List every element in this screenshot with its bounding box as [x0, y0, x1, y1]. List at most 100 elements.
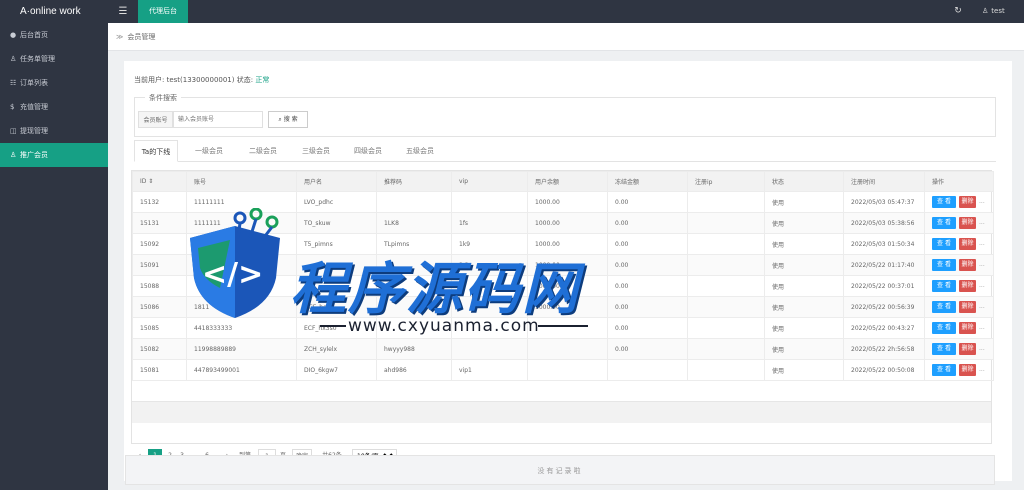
table-cell: [451, 338, 528, 360]
view-button[interactable]: 查 看: [932, 280, 956, 292]
delete-button[interactable]: 删除: [959, 259, 976, 271]
search-button[interactable]: ⌕ 搜 索: [268, 111, 308, 128]
delete-button[interactable]: 删除: [959, 280, 976, 292]
table-cell: T5_pimns: [296, 233, 377, 255]
tab-level-5[interactable]: 五级会员: [395, 140, 445, 162]
delete-button[interactable]: 删除: [959, 343, 976, 355]
sidebar-item-members[interactable]: ♙ 推广会员: [0, 143, 108, 167]
more-icon[interactable]: ...: [979, 261, 985, 268]
table-cell: 0.00: [607, 338, 688, 360]
user-icon: ♙: [982, 7, 989, 15]
hamburger-icon[interactable]: ☰: [116, 0, 130, 23]
view-button[interactable]: 查 看: [932, 238, 956, 250]
delete-button[interactable]: 删除: [959, 238, 976, 250]
view-button[interactable]: 查 看: [932, 217, 956, 229]
more-icon[interactable]: ...: [979, 219, 985, 226]
more-icon[interactable]: ...: [979, 198, 985, 205]
table-cell: 1LK8: [376, 212, 452, 234]
sidebar-item-withdraw[interactable]: ◫ 提现管理: [0, 119, 108, 143]
tab-level-2[interactable]: 二级会员: [238, 140, 288, 162]
breadcrumb-bar: ≫ 会员管理: [108, 23, 1024, 51]
tab-level-3[interactable]: 三级会员: [291, 140, 341, 162]
table-actions-cell: 查 看删除...: [924, 254, 994, 276]
table-cell: 15131: [132, 212, 187, 234]
refresh-icon[interactable]: ↻: [952, 0, 964, 23]
table-cell: 使用: [764, 296, 844, 318]
table-actions-cell: 查 看删除...: [924, 317, 994, 339]
table-cell: 11111111: [186, 191, 297, 213]
table-cell: [687, 317, 765, 339]
table-cell: 使用: [764, 359, 844, 381]
table-cell: 1811: [186, 296, 297, 318]
delete-button[interactable]: 删除: [959, 364, 976, 376]
table-cell: 11998889889: [186, 338, 297, 360]
table-cell: 1000.00: [527, 254, 608, 276]
more-icon[interactable]: ...: [979, 240, 985, 247]
more-icon[interactable]: ...: [979, 282, 985, 289]
table-cell: 1000.00: [527, 296, 608, 318]
table-cell: [687, 338, 765, 360]
table-cell: [296, 254, 377, 276]
col-reg-time: 注册时间: [843, 171, 925, 192]
more-icon[interactable]: ...: [979, 324, 985, 331]
sidebar-item-tasks[interactable]: ♙ 任务单管理: [0, 47, 108, 71]
table-cell: [451, 191, 528, 213]
sidebar-item-orders[interactable]: ☷ 订单列表: [0, 71, 108, 95]
search-input[interactable]: [173, 111, 263, 128]
table-cell: ahd986: [376, 359, 452, 381]
user-menu[interactable]: ♙ test: [982, 0, 1005, 23]
sidebar-item-home[interactable]: ● 后台首页: [0, 23, 108, 47]
view-button[interactable]: 查 看: [932, 322, 956, 334]
tab-agent-backend[interactable]: 代理后台: [138, 0, 188, 23]
delete-button[interactable]: 删除: [959, 217, 976, 229]
col-id[interactable]: ID ⇕: [132, 171, 187, 192]
table-actions-cell: 查 看删除...: [924, 359, 994, 381]
wallet-icon: ◫: [10, 127, 17, 135]
tab-downline[interactable]: Ta的下线: [134, 140, 178, 162]
view-button[interactable]: 查 看: [932, 343, 956, 355]
table-cell: 15091: [132, 254, 187, 276]
view-button[interactable]: 查 看: [932, 259, 956, 271]
table-cell: TLpimns: [376, 233, 452, 255]
more-icon[interactable]: ...: [979, 345, 985, 352]
table-cell: 2022/05/03 05:47:37: [843, 191, 925, 213]
table-cell: 447893499001: [186, 359, 297, 381]
table-cell: [687, 359, 765, 381]
table-cell: 2022/05/22 00:37:01: [843, 275, 925, 297]
view-button[interactable]: 查 看: [932, 196, 956, 208]
delete-button[interactable]: 删除: [959, 322, 976, 334]
col-balance: 用户余额: [527, 171, 608, 192]
table-cell: [376, 254, 452, 276]
table-cell: vip1: [451, 359, 528, 381]
more-icon[interactable]: ...: [979, 303, 985, 310]
tab-level-1[interactable]: 一级会员: [184, 140, 234, 162]
table-actions-cell: 查 看删除...: [924, 296, 994, 318]
table-cell: [451, 275, 528, 297]
table-cell: 0.00: [607, 233, 688, 255]
table-cell: [687, 233, 765, 255]
table-cell: [607, 359, 688, 381]
view-button[interactable]: 查 看: [932, 301, 956, 313]
more-icon[interactable]: ...: [979, 366, 985, 373]
col-actions: 操作: [924, 171, 994, 192]
table-cell: [687, 275, 765, 297]
table-row: 15082 11998889889 ZCH_sylelx hwyyy988 0.00 使用…: [132, 338, 994, 360]
delete-button[interactable]: 删除: [959, 196, 976, 208]
table-cell: 15085: [132, 317, 187, 339]
tab-level-4[interactable]: 四级会员: [343, 140, 393, 162]
col-status: 状态: [764, 171, 844, 192]
table-cell: 0.00: [607, 275, 688, 297]
table-header-row: ID ⇕ 账号 用户名 推荐码 vip 用户余额 冻结金额 注册ip 状态 注册…: [132, 171, 994, 192]
table-cell: hwyyy988: [376, 338, 452, 360]
table-cell: 使用: [764, 338, 844, 360]
table-cell: 0.00: [607, 317, 688, 339]
table-actions-cell: 查 看删除...: [924, 233, 994, 255]
delete-button[interactable]: 删除: [959, 301, 976, 313]
sidebar-item-recharge[interactable]: $ 充值管理: [0, 95, 108, 119]
member-panel: 当前用户: test(13300000001) 状态: 正常 条件搜索 会员账号…: [124, 61, 1012, 481]
table-row: 15092 T5_pimns TLpimns 1k9 1000.00 0.00 使用 2022…: [132, 233, 994, 255]
col-vip: vip: [451, 171, 528, 192]
view-button[interactable]: 查 看: [932, 364, 956, 376]
table-cell: 2022/05/22 2h:56:58: [843, 338, 925, 360]
search-label: 会员账号: [138, 111, 173, 128]
